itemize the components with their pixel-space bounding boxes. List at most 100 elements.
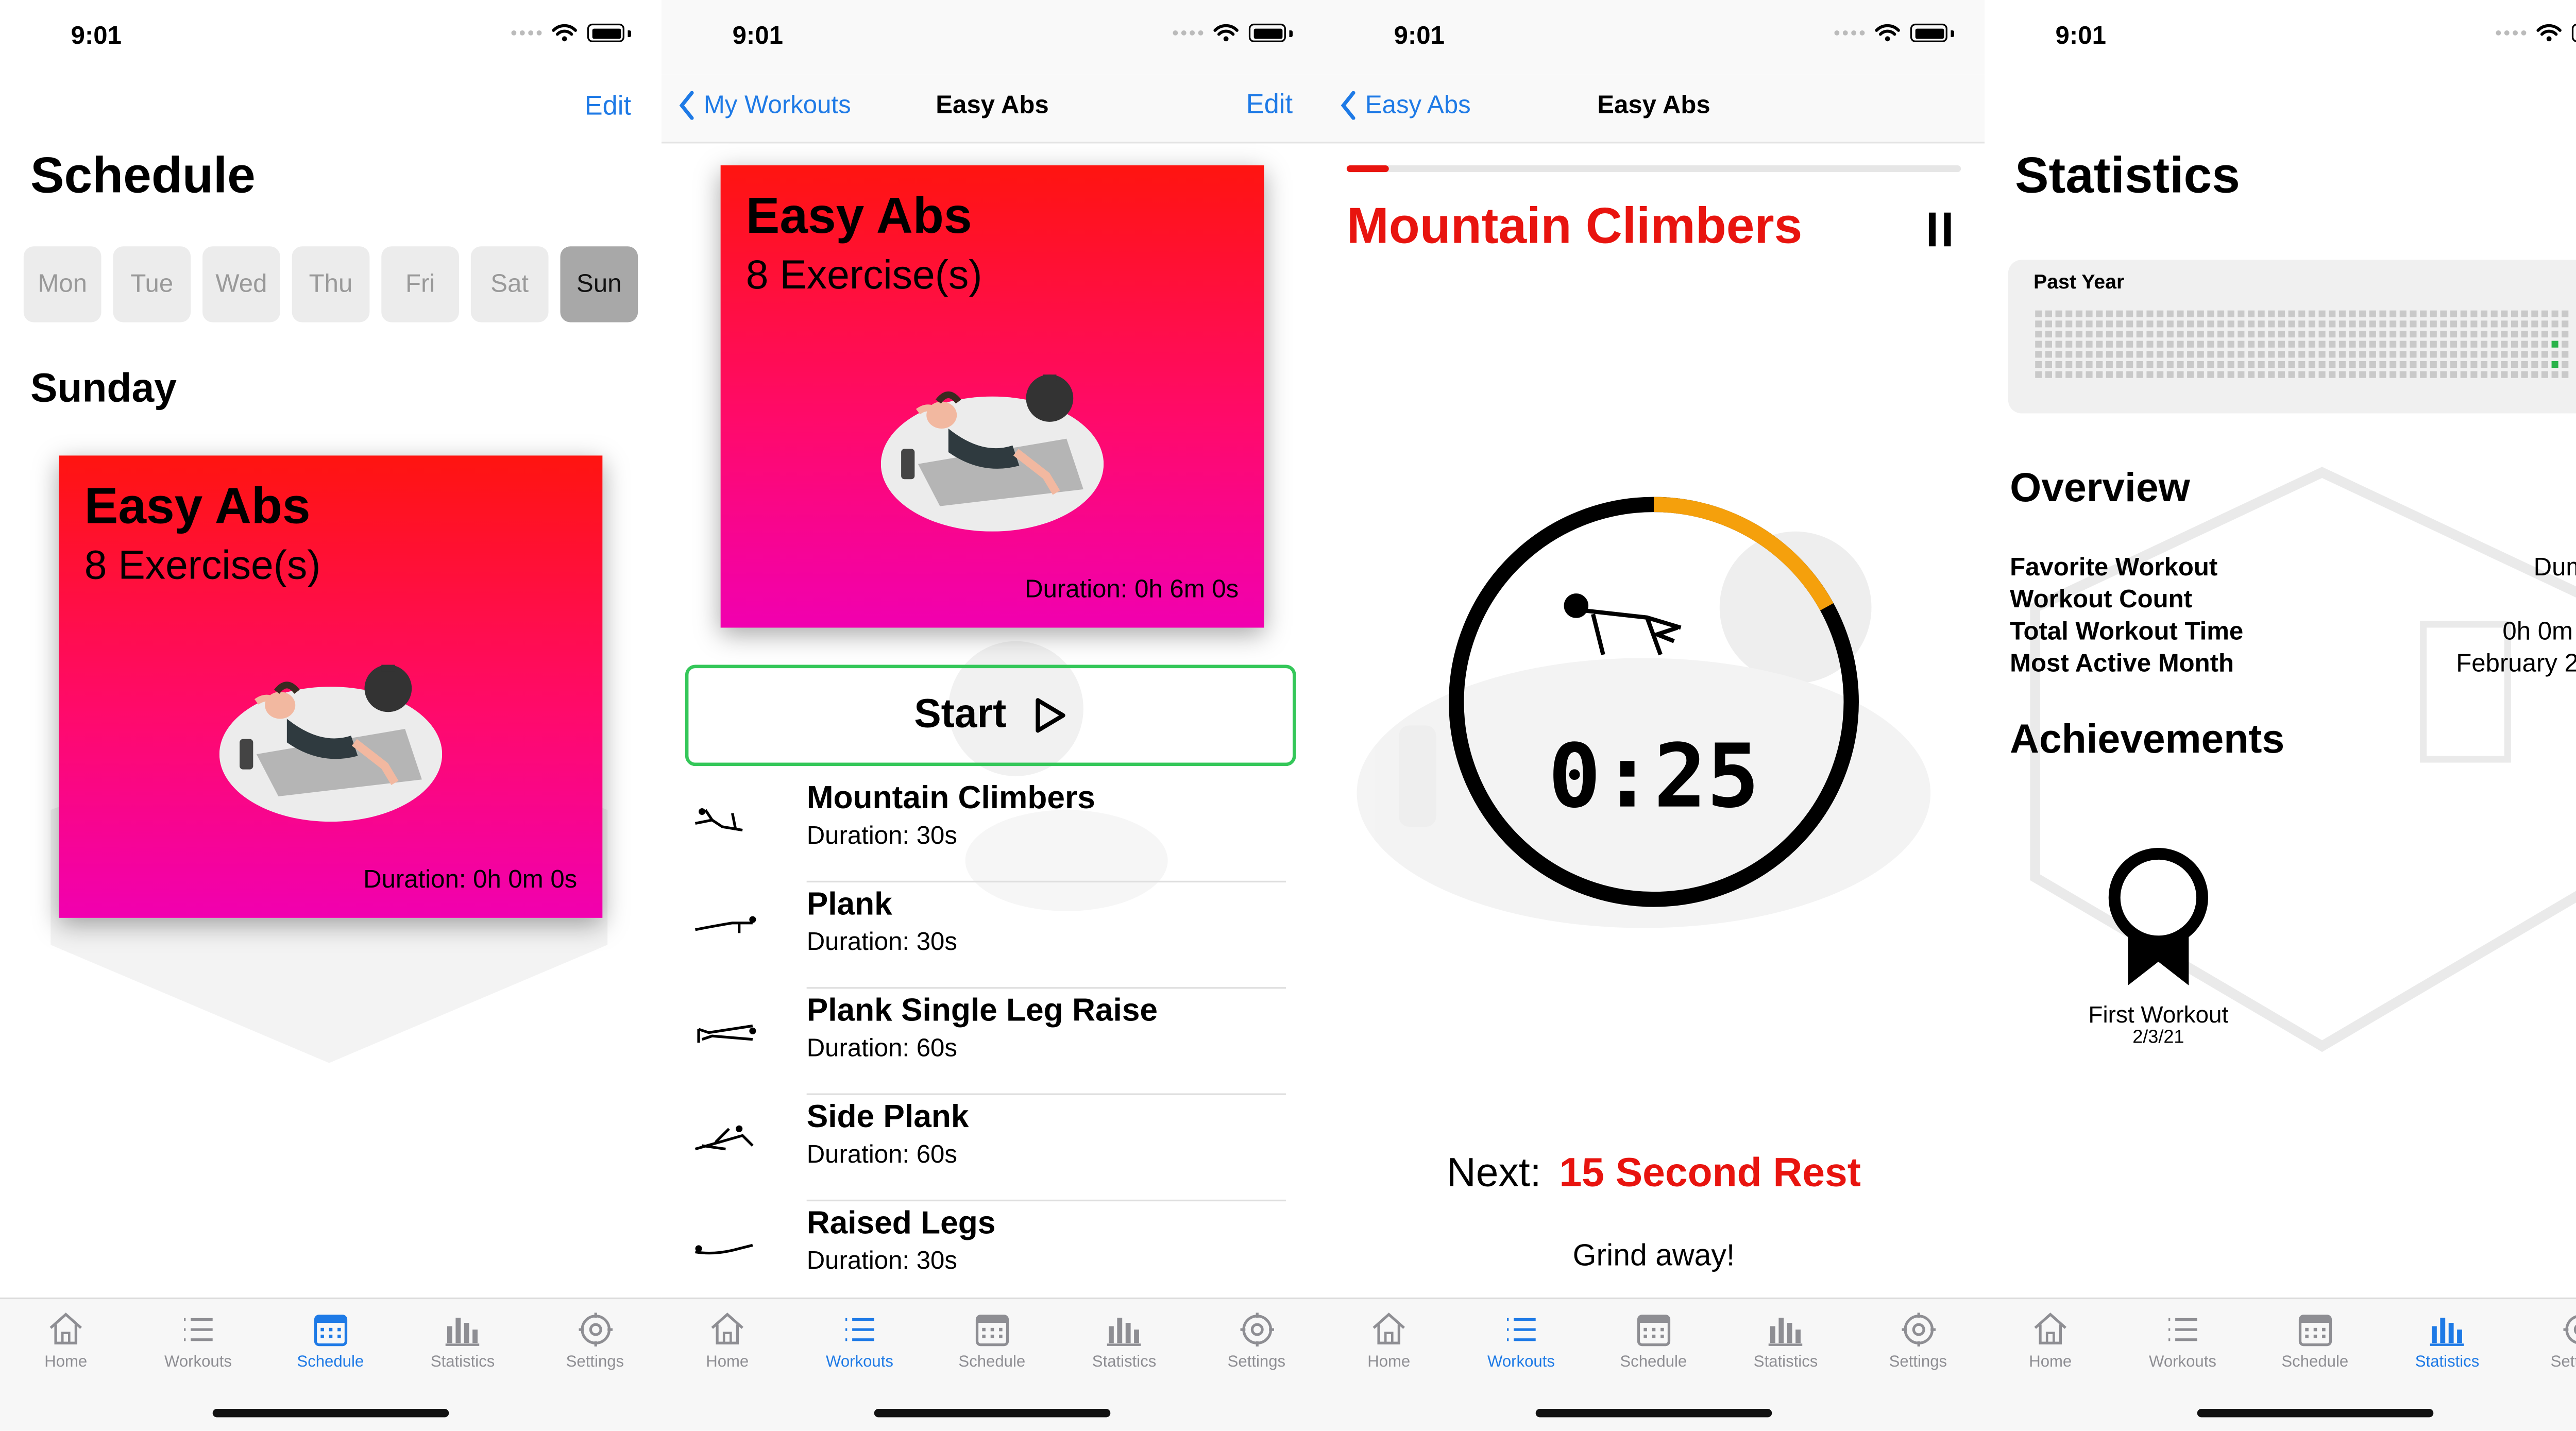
heatmap-cell — [2521, 361, 2528, 368]
day-button-fri[interactable]: Fri — [381, 246, 459, 322]
day-button-sat[interactable]: Sat — [470, 246, 549, 322]
tab-statistics[interactable]: Statistics — [2381, 1309, 2513, 1372]
heatmap-cell — [2268, 351, 2275, 358]
tab-workouts[interactable]: Workouts — [2117, 1309, 2248, 1372]
tab-schedule[interactable]: Schedule — [1588, 1309, 1719, 1372]
tab-schedule[interactable]: Schedule — [926, 1309, 1058, 1372]
exercise-row[interactable]: Plank Single Leg Raise Duration: 60s — [662, 989, 1323, 1095]
day-button-sun[interactable]: Sun — [560, 246, 638, 322]
tab-label: Settings — [1889, 1353, 1947, 1372]
heatmap-cell — [2278, 330, 2285, 338]
tab-workouts[interactable]: Workouts — [794, 1309, 925, 1372]
heatmap-cell — [2338, 351, 2346, 358]
edit-button[interactable]: Edit — [1246, 91, 1293, 122]
heatmap-cell — [2440, 351, 2447, 358]
bar-chart-icon — [2430, 1318, 2464, 1346]
heatmap-cell — [2268, 371, 2275, 378]
workout-card: Easy Abs 8 Exercise(s) Duration: 0h 6m 0… — [720, 165, 1264, 628]
exercise-row[interactable]: Side Plank Duration: 60s — [662, 1095, 1323, 1202]
heatmap-cell — [2177, 330, 2184, 338]
pause-icon[interactable] — [1925, 209, 1956, 250]
tab-statistics[interactable]: Statistics — [1720, 1309, 1851, 1372]
overview-label: Total Workout Time — [2010, 617, 2244, 646]
tab-settings[interactable]: Settings — [1191, 1309, 1322, 1372]
heatmap-cell — [2126, 330, 2133, 338]
tab-settings[interactable]: Settings — [1852, 1309, 1984, 1372]
next-exercise: 15 Second Rest — [1559, 1150, 1861, 1197]
heatmap-cell — [2338, 340, 2346, 348]
day-button-wed[interactable]: Wed — [202, 246, 280, 322]
heatmap-cell — [2410, 361, 2417, 368]
heatmap-cell — [2298, 320, 2306, 328]
heatmap-cell — [2247, 351, 2255, 358]
day-button-mon[interactable]: Mon — [23, 246, 101, 322]
heatmap-cell — [2318, 371, 2326, 378]
heatmap-cell — [2146, 361, 2154, 368]
heatmap-cell — [2126, 361, 2133, 368]
heatmap-cell — [2521, 310, 2528, 317]
achievement-badge[interactable]: First Workout 2/3/21 — [2076, 844, 2241, 1048]
heatmap-cell — [2207, 371, 2214, 378]
heatmap-cell — [2470, 330, 2478, 338]
heatmap-cell — [2329, 310, 2336, 317]
signal-icon — [511, 30, 542, 36]
tab-home[interactable]: Home — [0, 1309, 131, 1372]
tab-workouts[interactable]: Workouts — [1455, 1309, 1587, 1372]
heatmap-cell — [2157, 371, 2164, 378]
heatmap-cell — [2035, 330, 2042, 338]
tab-schedule[interactable]: Schedule — [265, 1309, 396, 1372]
list-icon — [1507, 1318, 1536, 1341]
tab-home[interactable]: Home — [1323, 1309, 1454, 1372]
tab-statistics[interactable]: Statistics — [397, 1309, 528, 1372]
heatmap-cell — [2227, 340, 2234, 348]
heatmap-cell — [2430, 371, 2437, 378]
exercise-row[interactable]: Plank Duration: 30s — [662, 882, 1323, 989]
heatmap-cell — [2055, 310, 2062, 317]
heatmap-cell — [2177, 371, 2184, 378]
card-subtitle: 8 Exercise(s) — [745, 253, 982, 299]
tab-statistics[interactable]: Statistics — [1058, 1309, 1190, 1372]
heatmap-cell — [2338, 330, 2346, 338]
tab-label: Workouts — [1487, 1353, 1555, 1372]
day-button-thu[interactable]: Thu — [292, 246, 370, 322]
day-button-tue[interactable]: Tue — [113, 246, 191, 322]
overview-value: February 2021 — [2456, 650, 2576, 678]
heatmap-cell — [2045, 340, 2053, 348]
heatmap-cell — [2288, 310, 2295, 317]
tab-schedule[interactable]: Schedule — [2249, 1309, 2381, 1372]
tab-label: Statistics — [1753, 1353, 1818, 1372]
heatmap-cell — [2086, 361, 2093, 368]
heatmap-cell — [2136, 351, 2143, 358]
edit-button[interactable]: Edit — [585, 93, 631, 123]
start-button[interactable]: Start — [685, 665, 1296, 766]
tab-home[interactable]: Home — [662, 1309, 793, 1372]
tab-settings[interactable]: Settings — [529, 1309, 660, 1372]
session-screen: 9:01 Easy Abs Easy Abs Mountain Climbers — [1323, 0, 1985, 1431]
tab-workouts[interactable]: Workouts — [132, 1309, 264, 1372]
heatmap-cell — [2136, 361, 2143, 368]
heatmap-cell — [2096, 351, 2103, 358]
heatmap-cell — [2238, 340, 2245, 348]
heatmap-cell — [2410, 330, 2417, 338]
heatmap-cell — [2116, 361, 2123, 368]
exercise-row[interactable]: Raised Legs Duration: 30s — [662, 1201, 1323, 1308]
heatmap-cell — [2369, 330, 2376, 338]
calendar-icon — [975, 1315, 1009, 1347]
heatmap-cell — [2470, 320, 2478, 328]
heatmap-cell — [2541, 371, 2549, 378]
heatmap-cell — [2096, 330, 2103, 338]
heatmap-cell — [2480, 340, 2488, 348]
current-exercise: Mountain Climbers — [1346, 199, 1803, 255]
heatmap-cell — [2501, 330, 2508, 338]
tab-home[interactable]: Home — [1985, 1309, 2116, 1372]
heatmap-cell — [2399, 371, 2406, 378]
heatmap-cell — [2136, 340, 2143, 348]
workout-card[interactable]: Easy Abs 8 Exercise(s) Duration: 0h 0m 0… — [59, 455, 603, 918]
heatmap-cell — [2480, 371, 2488, 378]
heatmap-cell — [2308, 310, 2315, 317]
exercise-row[interactable]: Mountain Climbers Duration: 30s — [662, 776, 1323, 883]
heatmap-cell — [2075, 330, 2082, 338]
heatmap-cell — [2521, 330, 2528, 338]
tab-settings[interactable]: Settings — [2514, 1309, 2576, 1372]
activity-heatmap: Past Year — [2008, 260, 2576, 414]
